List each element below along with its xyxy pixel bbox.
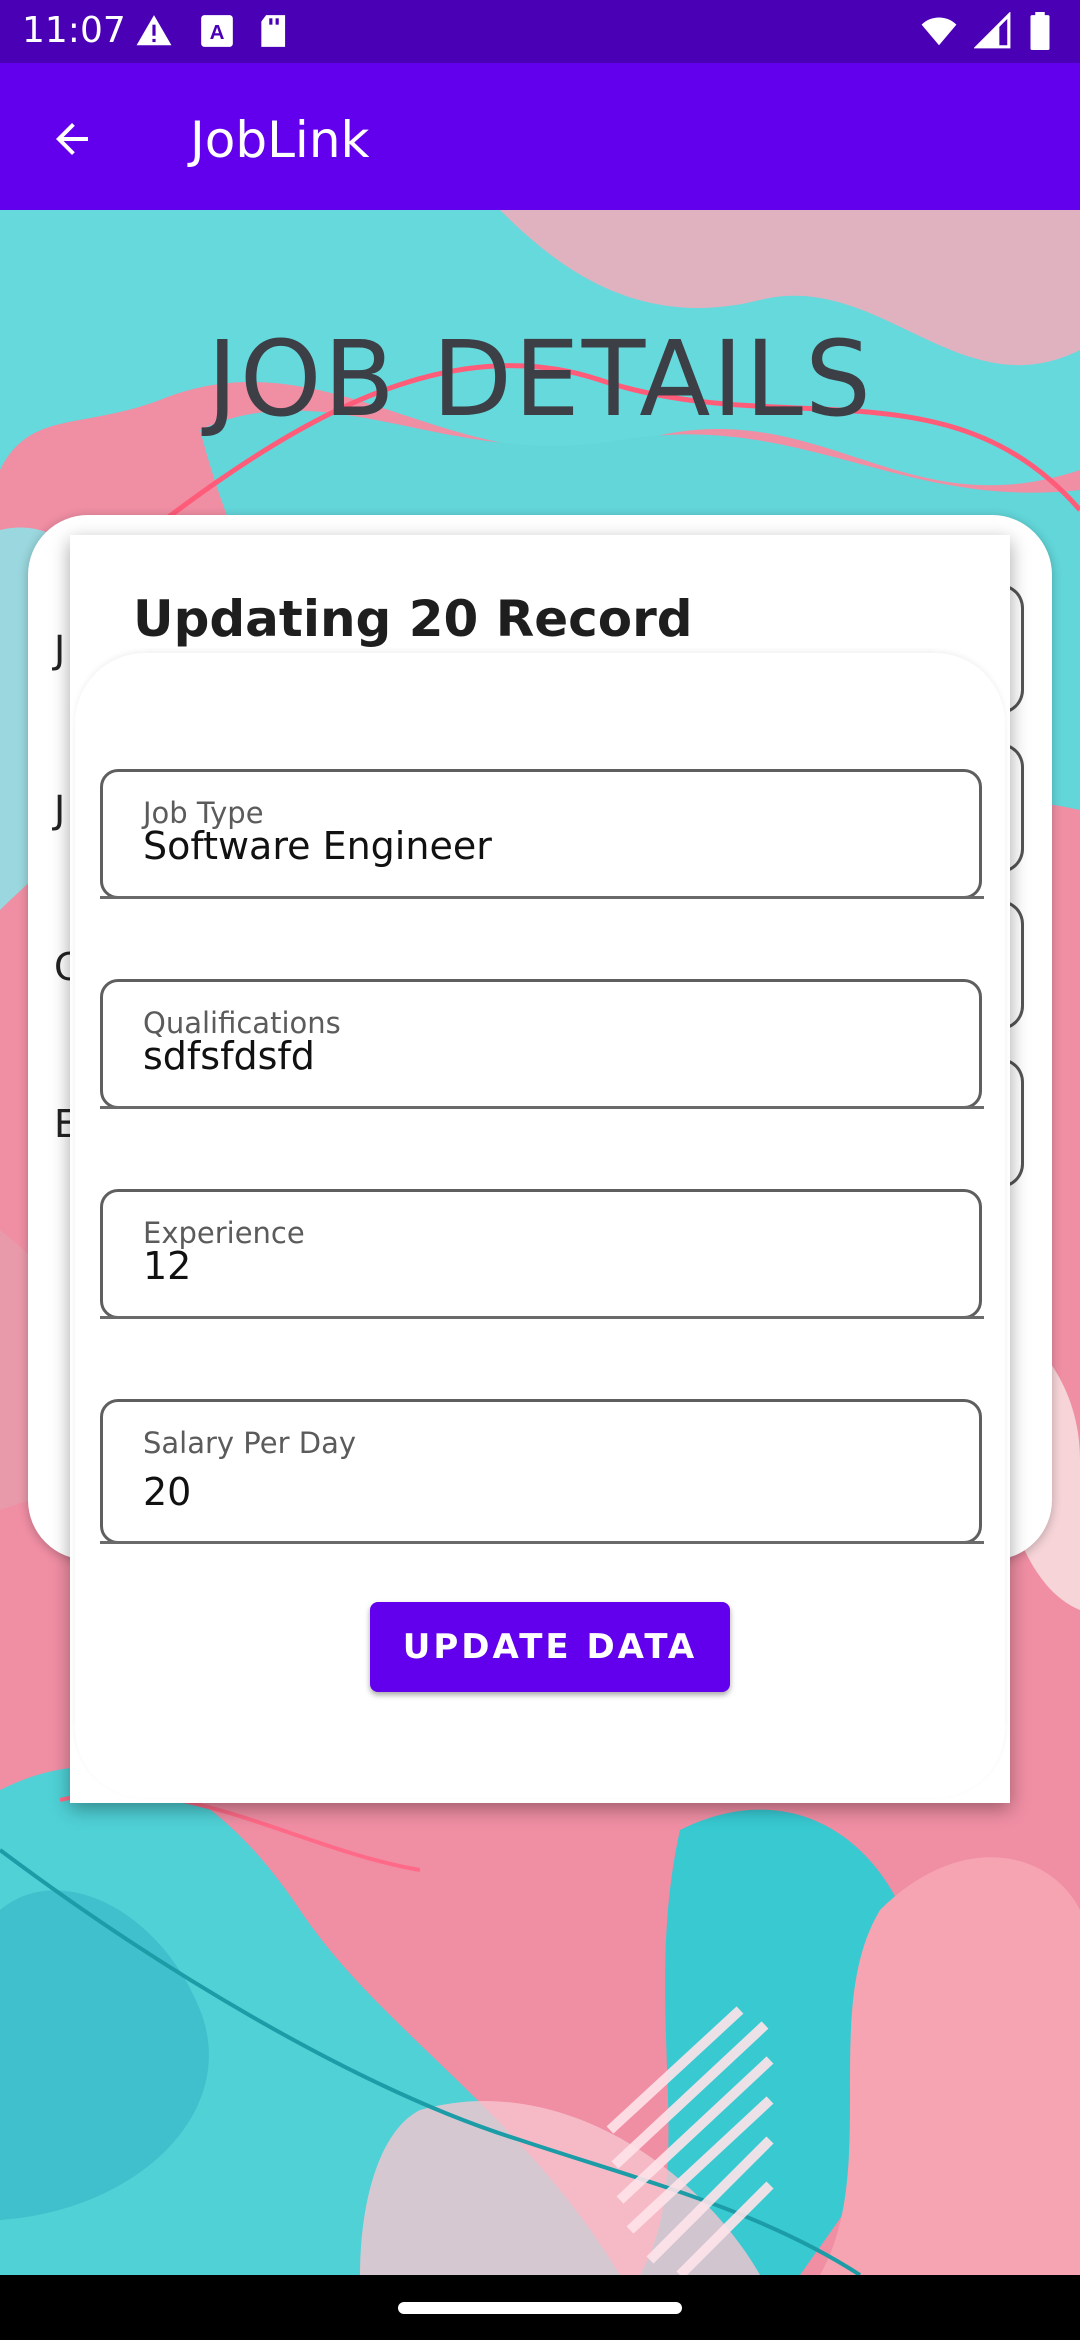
update-data-button[interactable]: UPDATE DATA — [370, 1602, 730, 1692]
battery-icon — [1030, 12, 1050, 50]
sd-card-icon — [261, 15, 286, 47]
wifi-icon — [921, 17, 957, 46]
app-title: JobLink — [190, 111, 370, 169]
signal-icon — [974, 12, 1011, 49]
navigation-bar — [0, 2275, 1080, 2340]
a-icon: A — [201, 15, 233, 47]
field-value: 20 — [143, 1470, 192, 1514]
svg-text:A: A — [210, 21, 225, 44]
home-handle[interactable] — [398, 2302, 682, 2314]
field-label: Salary Per Day — [143, 1426, 357, 1460]
update-dialog: Updating 20 Record Job Type Software Eng… — [70, 535, 1010, 1803]
field-value: sdfsfdsfd — [143, 1034, 315, 1078]
bg-field-label: J — [54, 788, 66, 832]
field-value: Software Engineer — [143, 824, 492, 868]
back-button[interactable] — [40, 107, 104, 171]
field-underline — [100, 1106, 984, 1109]
experience-field[interactable]: Experience 12 — [100, 1189, 982, 1319]
field-underline — [100, 1541, 984, 1544]
field-underline — [100, 1316, 984, 1319]
status-time: 11:07 — [22, 10, 126, 51]
field-value: 12 — [143, 1244, 192, 1288]
bg-field-label: J — [54, 628, 66, 672]
status-bar: 11:07 A — [0, 0, 1080, 63]
app-bar: JobLink — [0, 63, 1080, 210]
qualifications-field[interactable]: Qualifications sdfsfdsfd — [100, 979, 982, 1109]
dialog-title: Updating 20 Record — [133, 590, 693, 648]
alert-icon — [136, 15, 172, 46]
salary-per-day-field[interactable]: Salary Per Day 20 — [100, 1399, 982, 1544]
page-heading: JOB DETAILS — [207, 318, 873, 440]
status-right — [920, 12, 1052, 50]
arrow-back-icon — [56, 123, 88, 155]
field-underline — [100, 896, 984, 899]
job-type-field[interactable]: Job Type Software Engineer — [100, 769, 982, 899]
